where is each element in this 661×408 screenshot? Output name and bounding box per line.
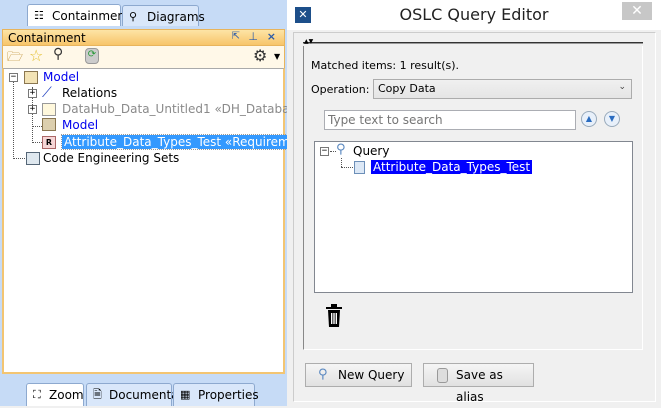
save-as-alias-button[interactable]: Save as alias [423,363,534,404]
close-icon[interactable]: × [267,30,276,43]
save-alias-icon [437,368,448,383]
next-match-icon[interactable]: ▼ [604,111,620,127]
document-icon [354,161,365,174]
diagrams-icon: ⚲ [129,10,138,23]
refresh-icon[interactable]: ⟳ [85,48,99,64]
tree-item-relations[interactable]: ⟋ Relations [42,85,117,101]
query-icon: ⚲ [336,142,346,157]
collapse-toggle[interactable]: − [320,147,329,156]
star-icon[interactable]: ☆ [29,46,43,65]
browser-toolbar: 🗁 ☆ ⚲ ⟳ ⚙ ▼ [2,46,285,68]
tree-item-model[interactable]: Model [24,69,79,85]
document-icon: 🗎 [93,388,102,401]
relations-icon: ⟋ [42,85,52,101]
tree-item-datahub[interactable]: DataHub_Data_Untitled1 «DH_Database» [42,101,310,117]
containment-icon: ☷ [34,9,44,22]
tree-item-code-engineering[interactable]: Code Engineering Sets [26,150,179,166]
search-icon: ⚲ [318,367,328,382]
pin-icon[interactable]: ⊥ [248,30,258,43]
dialog-title-bar: ✕ OSLC Query Editor [287,0,661,30]
expand-toggle[interactable]: + [28,89,37,98]
zoom-icon: ⛶ [33,388,41,401]
model-package-icon [24,71,38,84]
tree-item-result[interactable]: Attribute_Data_Types_Test [354,159,533,175]
panel-header: Containment ⇱ ⊥ × [2,29,285,46]
tab-diagrams[interactable]: ⚲ Diagrams [122,5,205,26]
code-sets-icon [26,152,40,165]
chevron-down-icon[interactable]: ▼ [274,52,280,61]
tree-item-model-diagram[interactable]: Model [42,117,98,133]
search-input[interactable] [324,110,576,130]
result-tree: − ⚲ Query Attribute_Data_Types_Test [314,141,633,293]
containment-tree: − Model + ⟋ Relations + DataHub_Data_Unti… [2,68,320,374]
new-query-button[interactable]: ⚲ New Query [305,363,412,387]
collapse-toggle[interactable]: − [9,73,18,82]
splitter[interactable] [303,42,643,44]
operation-label: Operation: [311,83,370,96]
tab-containment[interactable]: ☷ Containment [27,4,130,26]
splitter-arrows-icon[interactable]: ▲▼ [304,38,313,45]
trash-icon[interactable] [326,304,342,328]
tab-zoom[interactable]: ⛶ Zoom [26,383,84,406]
properties-icon: ▦ [180,388,191,401]
tab-documentation[interactable]: 🗎 Documenta... [86,383,190,406]
close-button[interactable]: ✕ [622,2,652,20]
diagram-icon [42,118,56,131]
operation-select[interactable]: Copy Data ⌄ [373,79,632,99]
chevron-down-icon: ⌄ [618,82,626,92]
expand-toggle[interactable]: + [28,105,37,114]
containment-browser: ☷ Containment ⚲ Diagrams Containment ⇱ ⊥ ×… [0,0,320,406]
previous-match-icon[interactable]: ▲ [581,111,597,127]
matched-items-label: Matched items: 1 result(s). [311,59,460,72]
search-icon[interactable]: ⚲ [53,46,63,62]
app-icon: ✕ [295,7,311,23]
oslc-query-editor-dialog: ✕ OSLC Query Editor ✕ ▲▼ Matched items: … [287,0,661,406]
tree-item-query[interactable]: ⚲ Query [336,142,389,159]
open-folder-icon[interactable]: 🗁 [7,48,23,70]
tab-properties[interactable]: ▦ Properties [173,383,259,406]
undock-icon[interactable]: ⇱ [232,31,240,42]
gear-icon[interactable]: ⚙ [253,46,267,65]
folder-icon [42,103,56,116]
tree-item-requirement[interactable]: R Attribute_Data_Types_Test «Requirement» [42,134,320,150]
requirement-icon: R [42,136,56,149]
